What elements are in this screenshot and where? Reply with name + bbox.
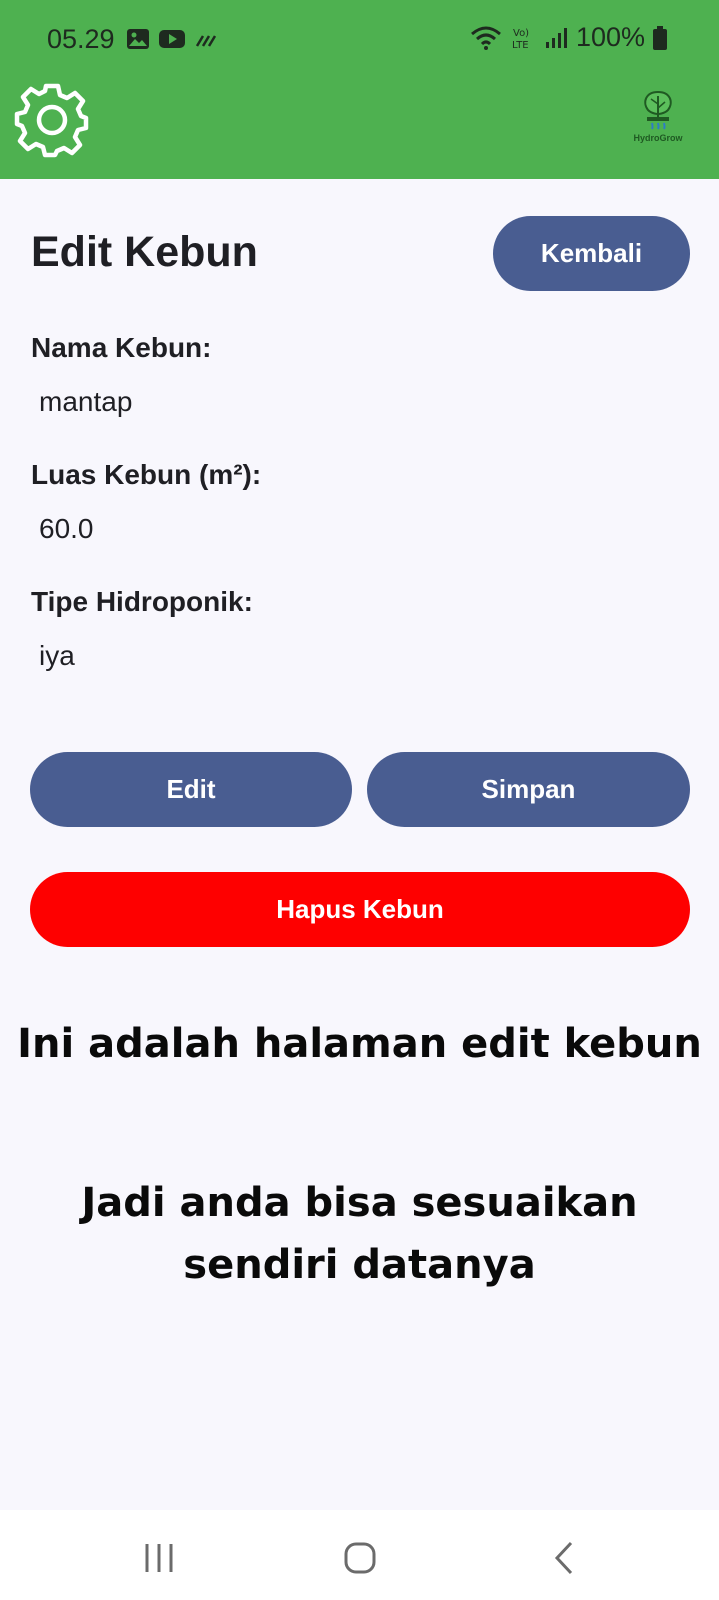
garden-area-value[interactable]: 60.0 [39,513,94,545]
battery-icon [653,25,667,50]
garden-name-value[interactable]: mantap [39,386,132,418]
caption-line-2: Jadi anda bisa sesuaikan sendiri datanya [0,1172,719,1296]
activity-icon [195,35,217,47]
svg-text:Vo): Vo) [513,28,529,39]
gear-icon[interactable] [13,81,91,159]
save-button[interactable]: Simpan [367,752,690,827]
back-button[interactable]: Kembali [493,216,690,291]
hydrogrow-logo: HydroGrow [628,88,688,148]
volte-icon: Vo) LTE [512,28,529,51]
app-header: 05.29 Vo) LTE 100% HydroGrow [0,0,719,179]
status-time: 05.29 [47,24,115,54]
status-icons-left [126,28,218,50]
caption-line-2b: sendiri datanya [183,1242,536,1288]
caption-line-2a: Jadi anda bisa sesuaikan [81,1180,638,1226]
signal-icon [545,27,567,48]
recent-apps-icon[interactable] [139,1540,179,1576]
edit-button[interactable]: Edit [30,752,352,827]
back-nav-icon[interactable] [545,1540,585,1576]
plant-icon [644,90,672,130]
battery-percent: 100% [575,22,645,52]
garden-name-label: Nama Kebun: [31,332,212,363]
status-icons-right: Vo) LTE 100% [470,22,667,53]
page-title: Edit Kebun [31,228,258,276]
hydroponic-type-value[interactable]: iya [39,640,75,672]
caption-line-1: Ini adalah halaman edit kebun [17,1021,702,1067]
youtube-icon [159,30,185,48]
delete-garden-button[interactable]: Hapus Kebun [30,872,690,947]
garden-area-label: Luas Kebun (m²): [31,459,262,490]
gallery-icon [127,29,149,49]
logo-text: HydroGrow [633,133,683,143]
system-nav-bar [0,1510,719,1600]
wifi-icon [470,26,501,50]
svg-text:LTE: LTE [512,40,529,51]
home-icon[interactable] [340,1540,380,1576]
hydroponic-type-label: Tipe Hidroponik: [31,586,253,617]
